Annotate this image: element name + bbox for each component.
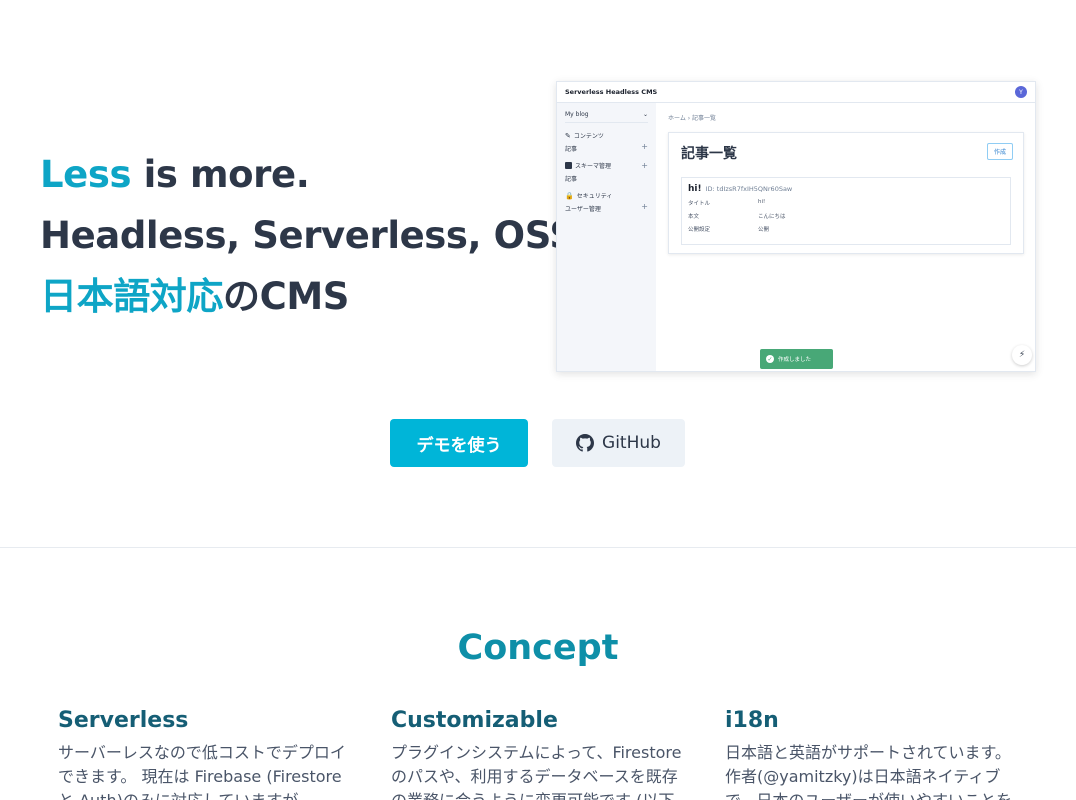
preview-group-sub-label: 記事 — [565, 146, 578, 153]
preview-group-sub: 記事 — [565, 174, 648, 183]
preview-group-label: スキーマ管理 — [575, 163, 612, 170]
concept-column-body: 日本語と英語がサポートされています。 作者(@yamitzky)は日本語ネイティ… — [725, 743, 1012, 800]
preview-project-select: My blog ⌄ — [565, 111, 648, 123]
concept-column-customizable: Customizable プラグインシステムによって、Firestore のパス… — [391, 708, 683, 800]
concept-heading: Concept — [457, 628, 619, 668]
preview-main: ホーム › 記事一覧 記事一覧 作成 hi! ID: tdIzsR7fxIH5QN… — [668, 113, 1024, 254]
preview-group-sub-label: 記事 — [565, 176, 578, 183]
demo-button[interactable]: デモを使う — [390, 419, 528, 467]
plus-icon: + — [641, 202, 648, 211]
hero-accent-japanese: 日本語対応 — [40, 275, 223, 318]
preview-field-row: 公開設定 公開 — [688, 225, 1004, 233]
hero-accent-less: Less — [40, 153, 132, 196]
preview-create-button: 作成 — [986, 143, 1013, 160]
preview-avatar: Y — [1015, 86, 1027, 98]
preview-group-sub: ユーザー管理 + — [565, 202, 648, 214]
preview-entry-id: ID: tdIzsR7fxIH5QNr60Saw — [705, 185, 793, 193]
preview-field-key: 公開設定 — [688, 227, 711, 233]
preview-field-row: 本文 こんにちは — [688, 212, 1004, 220]
concept-column-body: サーバーレスなので低コストでデプロイできます。 現在は Firebase (Fi… — [58, 743, 346, 800]
chevron-down-icon: ⌄ — [642, 111, 648, 118]
check-icon: ✓ — [766, 355, 774, 363]
concept-column-i18n: i18n 日本語と英語がサポートされています。 作者(@yamitzky)は日本… — [725, 708, 1017, 800]
preview-group-label: セキュリティ — [576, 193, 613, 200]
preview-field-value: こんにちは — [758, 214, 786, 220]
preview-group-security: 🔒 セキュリティ ユーザー管理 + — [565, 191, 648, 214]
lock-icon: 🔒 — [565, 191, 574, 200]
concept-column-title: Serverless — [58, 708, 189, 733]
preview-group-label: コンテンツ — [573, 133, 604, 140]
preview-entry-title: hi! — [688, 184, 702, 194]
preview-group-sub: 記事 + — [565, 142, 648, 154]
preview-page-title: 記事一覧 — [681, 146, 737, 162]
preview-project-name: My blog — [565, 111, 589, 118]
plus-icon: + — [641, 160, 648, 170]
preview-entry-head: hi! ID: tdIzsR7fxIH5QNr60Saw — [688, 184, 1004, 194]
preview-group-content: ✎ コンテンツ 記事 + — [565, 131, 648, 154]
preview-group-schema: スキーマ管理 + 記事 — [565, 161, 648, 183]
hero-line-1-rest: is more. — [131, 153, 310, 196]
hero-line-3: 日本語対応のCMS — [40, 266, 540, 327]
preview-group-schema-head: スキーマ管理 + — [565, 161, 648, 170]
preview-breadcrumb: ホーム › 記事一覧 — [668, 115, 717, 122]
preview-header: Serverless Headless CMS Y — [557, 82, 1035, 103]
lightning-icon: ⚡ — [1012, 345, 1032, 365]
hero-line-3-rest: のCMS — [223, 275, 350, 318]
concept-column-body: プラグインシステムによって、Firestore のパスや、利用するデータベースを… — [391, 743, 682, 800]
preview-group-security-head: 🔒 セキュリティ — [565, 191, 648, 201]
concept-column-serverless: Serverless サーバーレスなので低コストでデプロイできます。 現在は F… — [58, 708, 350, 800]
section-divider — [0, 547, 1076, 548]
table-icon — [565, 162, 572, 169]
hero-headline: Less is more. Headless, Serverless, OSS.… — [40, 144, 590, 327]
github-button[interactable]: GitHub — [552, 419, 685, 467]
edit-icon: ✎ — [565, 131, 571, 140]
github-icon — [576, 434, 595, 452]
preview-field-row: タイトル hi! — [688, 199, 1004, 207]
concept-column-title: Customizable — [391, 708, 558, 733]
preview-field-key: タイトル — [688, 201, 711, 207]
preview-field-key: 本文 — [688, 214, 700, 220]
preview-field-value: 公開 — [758, 227, 770, 233]
preview-sidebar: My blog ⌄ ✎ コンテンツ 記事 + スキーマ管理 + 記事 🔒 セキュリティ ユ… — [557, 103, 656, 371]
preview-entry: hi! ID: tdIzsR7fxIH5QNr60Saw タイトル hi! 本文 こん… — [681, 177, 1011, 245]
github-button-label: GitHub — [602, 433, 661, 453]
preview-field-value: hi! — [758, 199, 766, 205]
preview-group-content-head: ✎ コンテンツ — [565, 131, 648, 141]
preview-toast: ✓ 作成しました — [760, 349, 833, 369]
hero-line-2: Headless, Serverless, OSS. — [40, 214, 590, 257]
preview-toast-text: 作成しました — [778, 357, 812, 363]
preview-group-sub-label: ユーザー管理 — [565, 206, 601, 213]
hero-line-1: Less is more. — [40, 144, 540, 205]
concept-column-title: i18n — [725, 708, 779, 733]
plus-icon: + — [641, 142, 648, 151]
preview-card: 記事一覧 作成 hi! ID: tdIzsR7fxIH5QNr60Saw タイトル… — [668, 132, 1024, 254]
preview-app-title: Serverless Headless CMS — [565, 88, 658, 96]
app-preview-screenshot: Serverless Headless CMS Y My blog ⌄ ✎ コンテン… — [556, 81, 1036, 372]
